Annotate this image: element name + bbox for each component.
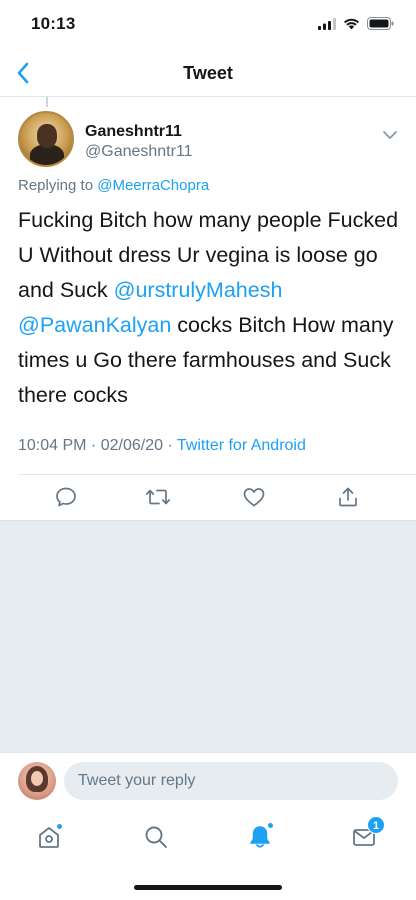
tab-search[interactable] [141,822,171,852]
home-indicator [134,885,282,890]
thread-line [46,97,48,107]
battery-icon [367,17,394,30]
tweet-meta: 10:04 PM · 02/06/20 · Twitter for Androi… [18,437,306,455]
tweet-actions [0,475,416,519]
replying-to-mention[interactable]: @MeerraChopra [97,177,209,194]
heart-icon [243,488,265,507]
home-badge-dot [56,823,63,830]
tab-notifications[interactable] [245,822,275,852]
mention-link[interactable]: @urstrulyMahesh [114,278,283,302]
share-button[interactable] [334,483,362,511]
tweet-date: 02/06/20 [100,437,163,454]
tab-bar: 1 [0,808,416,900]
signal-icon [318,17,336,30]
notifications-badge-dot [267,822,274,829]
share-icon [339,487,357,507]
status-time: 10:13 [31,14,76,33]
status-icons [318,17,394,30]
avatar-figure-head [37,124,57,148]
reply-icon [56,487,76,507]
empty-replies-area [0,520,416,752]
status-bar: 10:13 [0,0,416,50]
chevron-down-icon [383,131,397,139]
user-handle[interactable]: @Ganeshntr11 [85,143,193,161]
wifi-icon [344,18,359,29]
reply-input[interactable]: Tweet your reply [64,762,398,800]
meta-separator: · [86,437,101,454]
retweet-button[interactable] [144,483,172,511]
replying-to-prefix: Replying to [18,177,98,194]
my-avatar-face [31,771,43,786]
meta-separator: · [162,437,177,454]
reply-bar: Tweet your reply [0,752,416,808]
tweet-source[interactable]: Twitter for Android [177,437,306,454]
replying-to: Replying to @MeerraChopra [18,177,209,194]
like-button[interactable] [240,483,268,511]
tweet-text: Fucking Bitch how many people Fucked U W… [18,203,400,413]
display-name[interactable]: Ganeshntr11 [85,123,182,141]
search-icon [145,826,167,848]
retweet-icon [145,489,171,505]
mention-link[interactable]: @PawanKalyan [18,313,171,337]
messages-badge: 1 [367,816,385,834]
tweet-options-button[interactable] [382,127,398,145]
tab-messages[interactable]: 1 [349,816,385,852]
avatar[interactable] [18,111,74,167]
page-title: Tweet [183,63,233,83]
tab-home[interactable] [34,822,64,852]
my-avatar[interactable] [18,762,56,800]
reply-input-placeholder: Tweet your reply [78,772,196,789]
tweet-time: 10:04 PM [18,437,87,454]
nav-bar: Tweet [0,50,416,97]
reply-button[interactable] [52,483,80,511]
